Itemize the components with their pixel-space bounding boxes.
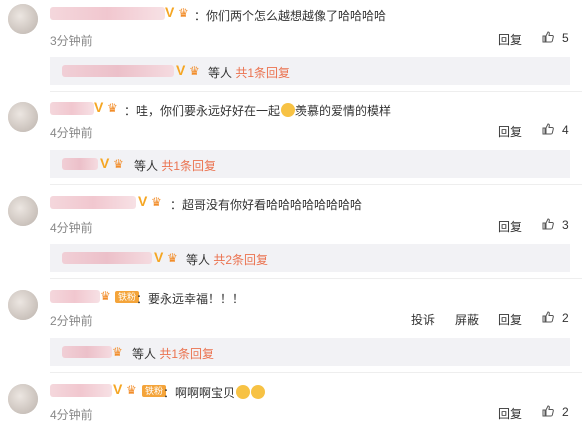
reply-count-link[interactable]: 共1条回复 xyxy=(161,159,216,173)
avatar[interactable] xyxy=(8,290,38,320)
avatar[interactable] xyxy=(8,196,38,226)
avatar[interactable] xyxy=(8,4,38,34)
reply-preview[interactable]: V ♛ 等人 共1条回复 xyxy=(50,57,570,85)
report-button[interactable]: 投诉 xyxy=(411,311,435,328)
reply-button[interactable]: 回复 xyxy=(498,311,522,328)
verified-icon: V xyxy=(154,249,164,265)
reply-preview[interactable]: ♛ 等人 共1条回复 xyxy=(50,338,570,366)
reply-summary: 等人 共1条回复 xyxy=(134,159,217,173)
comment-text: ：你们两个怎么越想越像了哈哈哈哈 xyxy=(194,9,387,23)
reply-button[interactable]: 回复 xyxy=(498,218,522,235)
username-blurred[interactable] xyxy=(50,384,112,397)
like-button[interactable]: 3 xyxy=(542,218,569,232)
reply-summary: 等人 共1条回复 xyxy=(132,347,215,361)
thumbs-up-icon xyxy=(542,218,554,230)
reply-count-link[interactable]: 共1条回复 xyxy=(235,66,290,80)
comment-time: 4分钟前 xyxy=(50,126,93,140)
emoji-icon xyxy=(281,103,296,117)
avatar[interactable] xyxy=(8,102,38,132)
reply-username-blurred xyxy=(62,158,98,170)
thumbs-up-icon xyxy=(542,31,554,43)
verified-icon: V xyxy=(165,4,175,20)
comment-text: ：哇，你们要永远好好在一起 羡慕的爱情的模样 xyxy=(124,103,392,118)
username-blurred[interactable] xyxy=(50,7,165,20)
verified-icon: V xyxy=(113,381,123,397)
reply-username-blurred xyxy=(62,346,112,358)
member-icon: ♛ xyxy=(189,64,200,78)
divider xyxy=(50,372,582,373)
reply-preview[interactable]: V ♛ 等人 共2条回复 xyxy=(50,244,570,272)
emoji-icon xyxy=(251,385,266,399)
like-count: 4 xyxy=(562,123,569,137)
member-icon: ♛ xyxy=(113,157,124,171)
comment-time: 4分钟前 xyxy=(50,408,93,422)
like-button[interactable]: 5 xyxy=(542,31,569,45)
comment-text: ：超哥没有你好看哈哈哈哈哈哈哈哈 xyxy=(170,198,363,212)
divider xyxy=(50,91,582,92)
avatar[interactable] xyxy=(8,384,38,414)
thumbs-up-icon xyxy=(542,405,554,417)
like-button[interactable]: 4 xyxy=(542,123,569,137)
member-icon: ♛ xyxy=(126,383,137,397)
reply-summary: 等人 共2条回复 xyxy=(186,253,269,267)
member-icon: ♛ xyxy=(151,195,162,209)
member-icon: ♛ xyxy=(167,251,178,265)
comment-time: 3分钟前 xyxy=(50,34,93,48)
reply-username-blurred xyxy=(62,252,152,264)
reply-button[interactable]: 回复 xyxy=(498,123,522,140)
thumbs-up-icon xyxy=(542,311,554,323)
reply-button[interactable]: 回复 xyxy=(498,405,522,422)
comment-time: 4分钟前 xyxy=(50,221,93,235)
member-icon: ♛ xyxy=(100,289,111,303)
reply-username-blurred xyxy=(62,65,174,77)
reply-count-link[interactable]: 共1条回复 xyxy=(159,347,214,361)
like-count: 3 xyxy=(562,218,569,232)
thumbs-up-icon xyxy=(542,123,554,135)
like-button[interactable]: 2 xyxy=(542,311,569,325)
verified-icon: V xyxy=(138,193,148,209)
block-button[interactable]: 屏蔽 xyxy=(455,311,479,328)
verified-icon: V xyxy=(176,62,186,78)
comment-time: 2分钟前 xyxy=(50,314,93,328)
comment-text: ：要永远幸福！！！ xyxy=(136,292,245,306)
like-count: 2 xyxy=(562,405,569,419)
username-blurred[interactable] xyxy=(50,290,100,303)
like-count: 2 xyxy=(562,311,569,325)
divider xyxy=(50,184,582,185)
reply-count-link[interactable]: 共2条回复 xyxy=(213,253,268,267)
divider xyxy=(50,278,582,279)
member-icon: ♛ xyxy=(107,101,118,115)
like-button[interactable]: 2 xyxy=(542,405,569,419)
emoji-icon xyxy=(236,385,251,399)
reply-preview[interactable]: V ♛ 等人 共1条回复 xyxy=(50,150,570,178)
username-blurred[interactable] xyxy=(50,102,94,115)
member-icon: ♛ xyxy=(178,6,189,20)
verified-icon: V xyxy=(94,99,104,115)
like-count: 5 xyxy=(562,31,569,45)
username-blurred[interactable] xyxy=(50,196,136,209)
reply-summary: 等人 共1条回复 xyxy=(208,66,291,80)
member-icon: ♛ xyxy=(112,345,123,359)
comment-text: ：啊啊啊宝贝 xyxy=(163,384,266,401)
reply-button[interactable]: 回复 xyxy=(498,31,522,48)
verified-icon: V xyxy=(100,155,110,171)
